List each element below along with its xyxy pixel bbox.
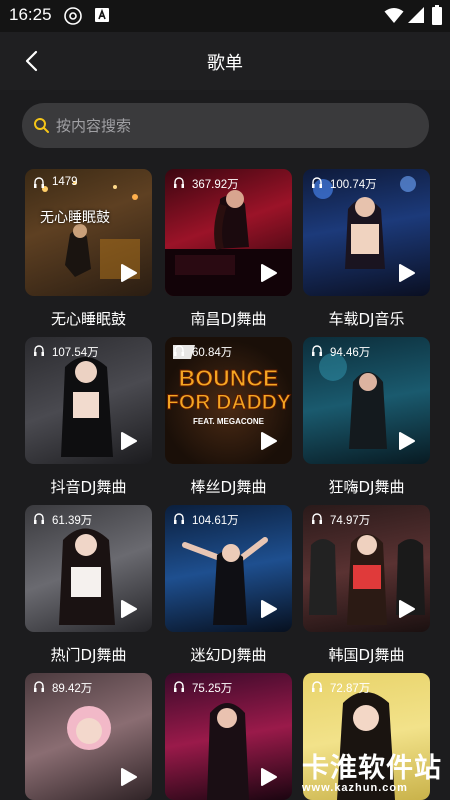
play-count: 367.92万: [192, 179, 239, 191]
play-count: 104.61万: [192, 515, 239, 527]
play-icon[interactable]: [260, 767, 278, 787]
play-count: 60.84万: [192, 347, 233, 359]
play-icon[interactable]: [398, 263, 416, 283]
playlist-card[interactable]: 89.42万: [25, 673, 152, 800]
play-count: 94.46万: [330, 347, 371, 359]
play-count: 61.39万: [52, 515, 93, 527]
playlist-name[interactable]: 迷幻DJ舞曲: [165, 644, 292, 665]
cover-title-line3: FEAT. MEGACONE: [193, 417, 264, 426]
playlist-card[interactable]: 94.46万: [303, 337, 430, 464]
play-icon[interactable]: [260, 263, 278, 283]
cover-title-line1: BOUNCE: [178, 365, 279, 392]
cover-overlay-text: 无心睡眠鼓: [40, 210, 110, 226]
watermark-url: www.kazhun.com: [302, 782, 408, 794]
play-icon[interactable]: [120, 431, 138, 451]
playlist-card[interactable]: 1479 无心睡眠鼓: [25, 169, 152, 296]
playlist-card[interactable]: 74.97万: [303, 505, 430, 632]
playlist-name[interactable]: 棒丝DJ舞曲: [165, 476, 292, 497]
play-icon[interactable]: [260, 431, 278, 451]
play-count: 89.42万: [52, 683, 93, 695]
playlist-name[interactable]: 南昌DJ舞曲: [165, 308, 292, 329]
playlist-name[interactable]: 热门DJ舞曲: [25, 644, 152, 665]
playlist-card[interactable]: 75.25万: [165, 673, 292, 800]
playlist-card[interactable]: 61.39万: [25, 505, 152, 632]
play-icon[interactable]: [398, 599, 416, 619]
play-icon[interactable]: [120, 767, 138, 787]
playlist-card[interactable]: 104.61万: [165, 505, 292, 632]
playlist-name[interactable]: 韩国DJ舞曲: [303, 644, 430, 665]
play-count: 1479: [52, 176, 78, 188]
headphones-icon: [34, 177, 44, 188]
play-count: 100.74万: [330, 179, 377, 191]
playlist-card[interactable]: 100.74万: [303, 169, 430, 296]
watermark-title: 卡淮软件站: [302, 753, 442, 784]
playlist-name[interactable]: 抖音DJ舞曲: [25, 476, 152, 497]
playlist-name[interactable]: 车载DJ音乐: [303, 308, 430, 329]
play-count: 107.54万: [52, 347, 99, 359]
playlist-name[interactable]: 无心睡眠鼓: [25, 308, 152, 329]
playlist-name[interactable]: 狂嗨DJ舞曲: [303, 476, 430, 497]
play-icon[interactable]: [120, 263, 138, 283]
playlist-card[interactable]: 107.54万: [25, 337, 152, 464]
play-icon[interactable]: [120, 599, 138, 619]
playlist-grid: 1479 无心睡眠鼓 无心睡眠鼓 367.92万 南昌DJ舞曲 100.74万 …: [0, 0, 450, 800]
play-icon[interactable]: [260, 599, 278, 619]
playlist-card[interactable]: 367.92万: [165, 169, 292, 296]
playlist-card[interactable]: 60.84万 BOUNCE FOR DADDY FEAT. MEGACONE: [165, 337, 292, 464]
cover-title-line2: FOR DADDY: [166, 391, 292, 415]
play-count: 74.97万: [330, 515, 371, 527]
play-icon[interactable]: [398, 431, 416, 451]
watermark: 卡淮软件站 www.kazhun.com: [296, 744, 450, 800]
play-count: 75.25万: [192, 683, 233, 695]
play-count: 72.87万: [330, 683, 371, 695]
